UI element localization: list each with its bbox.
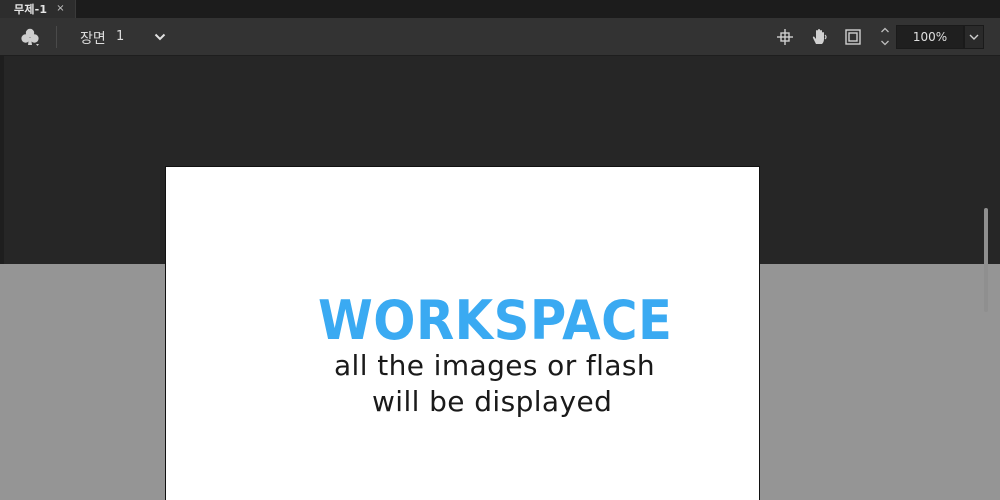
scene-number: 1 xyxy=(116,29,125,44)
close-icon[interactable]: × xyxy=(56,4,64,14)
chevron-down-icon[interactable] xyxy=(964,25,984,49)
document-tab-bar: 무제-1 × xyxy=(0,0,1000,18)
clip-stage-icon[interactable] xyxy=(842,26,864,48)
workspace-subtitle-line1: all the images or flash xyxy=(334,349,656,382)
club-icon[interactable] xyxy=(17,25,43,49)
crosshair-icon[interactable] xyxy=(774,26,796,48)
toolbar-divider xyxy=(56,26,57,48)
workspace-subtitle-line2: will be displayed xyxy=(372,385,613,418)
document-tab[interactable]: 무제-1 × xyxy=(0,0,76,18)
hand-icon[interactable] xyxy=(808,26,830,48)
edit-toolbar: 장면 1 xyxy=(0,18,1000,56)
zoom-input[interactable] xyxy=(896,25,964,49)
chevron-down-icon[interactable] xyxy=(150,27,170,47)
document-tab-title: 무제-1 xyxy=(14,3,48,16)
zoom-stepper[interactable] xyxy=(877,24,893,50)
scene-label: 장면 xyxy=(80,31,106,47)
scrollbar-thumb[interactable] xyxy=(984,208,988,312)
chevron-down-icon[interactable] xyxy=(877,37,893,49)
chevron-up-icon[interactable] xyxy=(877,24,893,36)
vertical-scrollbar[interactable] xyxy=(978,56,1000,500)
workspace-title: WORKSPACE xyxy=(318,289,673,352)
